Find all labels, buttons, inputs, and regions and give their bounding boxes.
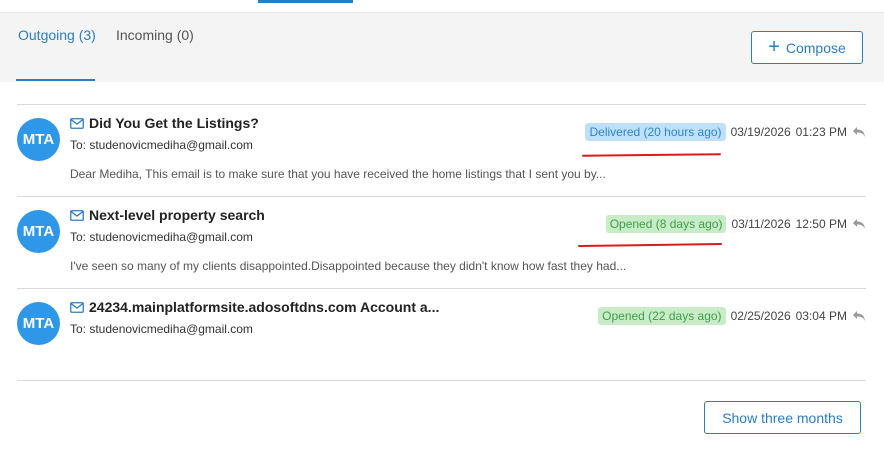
email-subject: 24234.mainplatformsite.adosoftdns.com Ac… (89, 299, 440, 315)
show-three-months-button[interactable]: Show three months (704, 401, 861, 434)
plus-icon: + (768, 35, 780, 58)
envelope-icon (70, 117, 84, 129)
tab-incoming[interactable]: Incoming (0) (116, 27, 194, 43)
status-badge: Opened (22 days ago) (598, 307, 726, 325)
email-preview: I've seen so many of my clients disappoi… (70, 259, 627, 273)
email-recipient: To: studenovicmediha@gmail.com (70, 138, 253, 152)
email-row[interactable]: MTA Next-level property search To: stude… (17, 196, 866, 288)
email-subject: Did You Get the Listings? (89, 115, 259, 131)
active-tab-underline (16, 79, 95, 81)
email-time: 03:04 PM (795, 309, 847, 323)
status-badge: Opened (8 days ago) (605, 215, 727, 233)
envelope-icon (70, 209, 84, 221)
reply-icon[interactable] (852, 126, 866, 138)
email-date: 03/19/2026 (730, 125, 791, 139)
email-recipient: To: studenovicmediha@gmail.com (70, 230, 253, 244)
top-tab-indicator (258, 0, 353, 3)
compose-button[interactable]: + Compose (751, 31, 863, 64)
avatar: MTA (17, 118, 60, 161)
email-time: 12:50 PM (795, 217, 847, 231)
compose-label: Compose (785, 39, 846, 56)
email-meta: Opened (8 days ago) 03/11/2026 12:50 PM (605, 215, 866, 233)
email-meta: Delivered (20 hours ago) 03/19/2026 01:2… (585, 123, 866, 141)
envelope-icon (70, 301, 84, 313)
email-date: 03/11/2026 (731, 217, 791, 231)
status-badge: Delivered (20 hours ago) (585, 123, 726, 141)
reply-icon[interactable] (852, 310, 866, 322)
email-recipient: To: studenovicmediha@gmail.com (70, 322, 253, 336)
email-preview: Dear Mediha, This email is to make sure … (70, 167, 606, 181)
email-date: 02/25/2026 (730, 309, 791, 323)
subject-line: 24234.mainplatformsite.adosoftdns.com Ac… (70, 299, 439, 315)
subject-line: Next-level property search (70, 207, 265, 223)
email-subject: Next-level property search (89, 207, 265, 223)
email-meta: Opened (22 days ago) 02/25/2026 03:04 PM (598, 307, 866, 325)
email-time: 01:23 PM (795, 125, 847, 139)
reply-icon[interactable] (852, 218, 866, 230)
list-bottom-divider (17, 380, 866, 381)
email-row[interactable]: MTA 24234.mainplatformsite.adosoftdns.co… (17, 288, 866, 380)
subject-line: Did You Get the Listings? (70, 115, 259, 131)
avatar: MTA (17, 210, 60, 253)
tab-outgoing[interactable]: Outgoing (3) (18, 27, 96, 43)
email-row[interactable]: MTA Did You Get the Listings? To: studen… (17, 104, 866, 196)
avatar: MTA (17, 302, 60, 345)
